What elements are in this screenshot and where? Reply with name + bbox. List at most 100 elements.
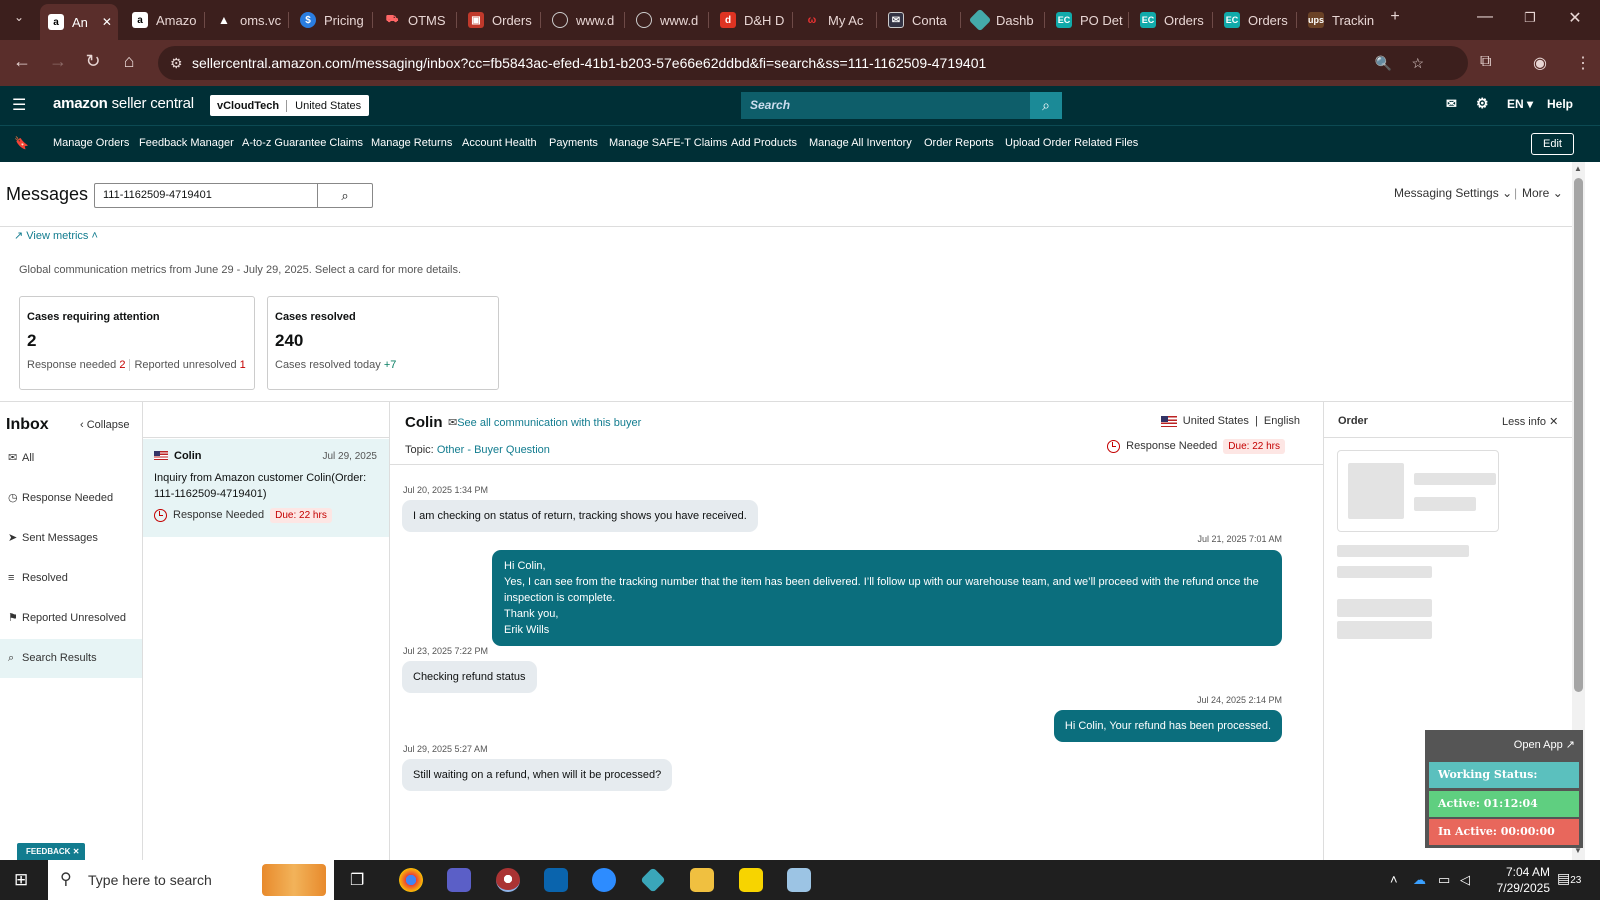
envelope-icon: ✉ — [8, 452, 18, 464]
inbox-item-sent-messages[interactable]: ➤ Sent Messages — [0, 519, 142, 558]
close-icon[interactable]: ✕ — [73, 847, 80, 856]
mail-icon[interactable]: ✉ — [1446, 96, 1457, 112]
file-explorer-taskbar-icon[interactable] — [690, 868, 714, 892]
message-search-button[interactable]: ⌕ — [317, 183, 373, 208]
header-search-input[interactable]: Search — [741, 92, 1030, 119]
edit-shortcuts-button[interactable]: Edit — [1531, 133, 1574, 155]
shortcut-manage-inventory[interactable]: Manage All Inventory — [809, 137, 912, 149]
chrome-taskbar-icon[interactable] — [399, 868, 423, 892]
restore-icon[interactable]: ❐ — [1515, 10, 1545, 26]
bookmark-star-icon[interactable]: ☆ — [1411, 46, 1424, 80]
more-dropdown[interactable]: More ⌄ — [1522, 186, 1563, 200]
tab[interactable]: EC Orders — [1216, 6, 1292, 34]
loading-placeholder-card — [1337, 450, 1499, 532]
shortcut-upload-order-files[interactable]: Upload Order Related Files — [1005, 137, 1138, 149]
back-icon[interactable]: ← — [9, 51, 35, 72]
tab[interactable]: ω My Ac — [796, 6, 872, 34]
feedback-tab[interactable]: FEEDBACK ✕ — [17, 843, 85, 860]
header-search-button[interactable]: ⌕ — [1030, 92, 1062, 119]
zoom-icon[interactable]: 🔍 — [1375, 46, 1392, 80]
inbox-item-reported-unresolved[interactable]: ⚑ Reported Unresolved — [0, 599, 142, 638]
app-taskbar-icon[interactable] — [640, 867, 666, 893]
tab[interactable]: $ Pricing — [292, 6, 368, 34]
close-window-icon[interactable]: ✕ — [1560, 8, 1590, 28]
cases-attention-card[interactable]: Cases requiring attention 2 Response nee… — [19, 296, 255, 390]
inbox-item-all[interactable]: ✉ All — [0, 439, 142, 478]
shortcut-atoz-claims[interactable]: A-to-z Guarantee Claims — [242, 137, 363, 149]
profile-icon[interactable]: ◉ — [1533, 53, 1547, 73]
network-icon[interactable]: ▭ — [1438, 872, 1450, 888]
outlook-taskbar-icon[interactable] — [544, 868, 568, 892]
browser-menu-icon[interactable]: ⋮ — [1575, 53, 1591, 73]
account-switcher[interactable]: vCloudTech United States — [210, 95, 370, 116]
home-icon[interactable]: ⌂ — [116, 51, 142, 72]
tab[interactable]: www.d — [544, 6, 620, 34]
thread-item[interactable]: Colin Jul 29, 2025 Inquiry from Amazon c… — [143, 439, 389, 537]
sticky-notes-taskbar-icon[interactable] — [739, 868, 763, 892]
chrome-profile-taskbar-icon[interactable] — [496, 868, 520, 892]
forward-icon[interactable]: → — [45, 51, 71, 72]
help-link[interactable]: Help — [1547, 97, 1573, 111]
windows-start-icon[interactable]: ⊞ — [14, 870, 28, 890]
tab[interactable]: EC PO Det — [1048, 6, 1124, 34]
scroll-up-arrow-icon[interactable]: ▲ — [1574, 164, 1582, 173]
tab[interactable]: www.d — [628, 6, 704, 34]
message-search-input[interactable]: 111-1162509-4719401 — [94, 183, 318, 208]
site-info-icon[interactable]: ⚙ — [170, 46, 183, 80]
tab[interactable]: EC Orders — [1132, 6, 1208, 34]
shortcut-payments[interactable]: Payments — [549, 137, 598, 149]
new-tab-icon[interactable]: + — [1380, 8, 1410, 26]
task-view-icon[interactable]: ❐ — [350, 870, 364, 890]
scrollbar-thumb[interactable] — [1574, 178, 1583, 692]
bookmark-icon[interactable]: 🔖 — [14, 136, 29, 150]
shortcut-add-products[interactable]: Add Products — [731, 137, 797, 149]
see-all-communication-link[interactable]: ✉See all communication with this buyer — [448, 416, 641, 429]
inbox-item-search-results[interactable]: ⌕ Search Results — [0, 639, 142, 678]
shortcut-manage-orders[interactable]: Manage Orders — [53, 137, 129, 149]
tab-amazon-messaging[interactable]: a An ✕ — [40, 4, 118, 40]
inbox-item-resolved[interactable]: ≡ Resolved — [0, 559, 142, 598]
less-info-button[interactable]: Less info ✕ — [1502, 415, 1558, 428]
language-selector[interactable]: EN ▾ — [1507, 97, 1533, 111]
shortcut-feedback-manager[interactable]: Feedback Manager — [139, 137, 234, 149]
cases-resolved-card[interactable]: Cases resolved 240 Cases resolved today … — [267, 296, 499, 390]
minimize-icon[interactable]: — — [1470, 8, 1500, 26]
shortcut-safet-claims[interactable]: Manage SAFE-T Claims — [609, 137, 727, 149]
topic-link[interactable]: Other - Buyer Question — [437, 444, 550, 456]
extensions-icon[interactable]: ⧉ — [1480, 53, 1491, 71]
inbox-item-response-needed[interactable]: ◷ Response Needed — [0, 479, 142, 518]
seller-central-logo[interactable]: amazon seller central — [53, 95, 194, 112]
address-bar[interactable]: ⚙ sellercentral.amazon.com/messaging/inb… — [158, 46, 1468, 80]
taskbar-search-input[interactable]: ⚲ Type here to search — [48, 860, 334, 900]
tab-divider — [204, 12, 205, 28]
hamburger-menu-icon[interactable]: ☰ — [12, 95, 26, 115]
tab[interactable]: ⛟ OTMS — [376, 6, 452, 34]
tab[interactable]: a Amazo — [124, 6, 200, 34]
settings-gear-icon[interactable]: ⚙ — [1476, 95, 1489, 112]
tab[interactable]: ups Trackin — [1300, 6, 1376, 34]
view-metrics-toggle[interactable]: ↗ View metrics ˄ — [14, 229, 98, 242]
onedrive-icon[interactable]: ☁ — [1413, 872, 1426, 888]
open-app-link[interactable]: Open App ↗ — [1514, 738, 1575, 751]
taskbar-clock[interactable]: 7:04 AM 7/29/2025 — [1470, 864, 1550, 896]
shortcut-account-health[interactable]: Account Health — [462, 137, 537, 149]
snipping-tool-taskbar-icon[interactable] — [787, 868, 811, 892]
collapse-button[interactable]: ‹ Collapse — [80, 419, 130, 431]
tab[interactable]: d D&H D — [712, 6, 788, 34]
volume-icon[interactable]: ◁ — [1460, 872, 1470, 888]
zoom-taskbar-icon[interactable] — [592, 868, 616, 892]
tab-search-icon[interactable]: ⌄ — [4, 10, 34, 24]
tab[interactable]: Dashb — [964, 6, 1040, 34]
tray-overflow-icon[interactable]: ˄ — [1390, 872, 1398, 887]
tab[interactable]: ▲ oms.vc — [208, 6, 284, 34]
close-tab-icon[interactable]: ✕ — [102, 15, 112, 29]
shortcut-manage-returns[interactable]: Manage Returns — [371, 137, 452, 149]
tab[interactable]: ✉ Conta — [880, 6, 956, 34]
messaging-settings-dropdown[interactable]: Messaging Settings ⌄ — [1394, 186, 1512, 200]
topic-label: Topic: — [405, 444, 434, 456]
shortcut-order-reports[interactable]: Order Reports — [924, 137, 994, 149]
reload-icon[interactable]: ↻ — [80, 51, 106, 72]
tab[interactable]: ▣ Orders — [460, 6, 536, 34]
teams-taskbar-icon[interactable] — [447, 868, 471, 892]
notifications-icon[interactable]: ▤23 — [1557, 870, 1581, 887]
